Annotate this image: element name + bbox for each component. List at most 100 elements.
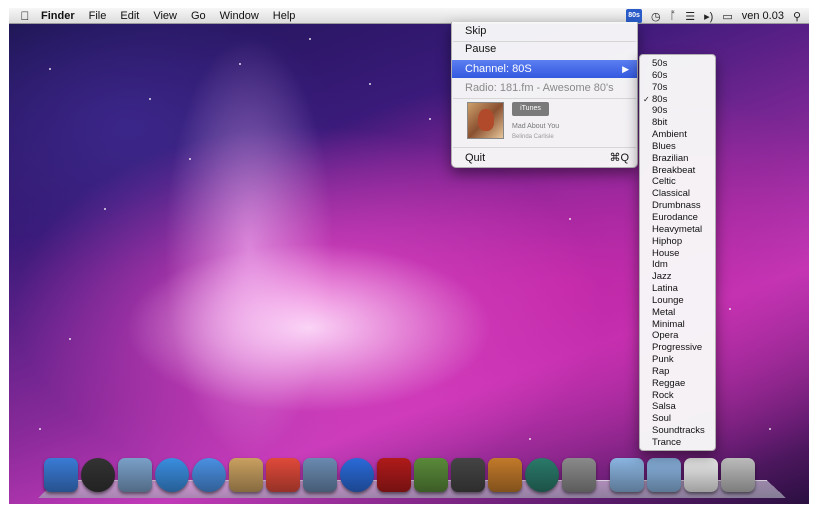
dock-separator [599,458,607,498]
submenu-arrow-icon: ▶ [622,64,629,74]
checkmark-icon: ✓ [643,94,650,104]
battery-icon[interactable]: ▭ [722,10,732,23]
channel-menu-item[interactable]: Channel: 80S ▶ [452,60,637,78]
time-machine-status-icon[interactable]: ◷ [651,10,661,23]
system-preferences-icon[interactable] [562,458,596,492]
skip-menu-item[interactable]: Skip [452,22,637,40]
menu-help[interactable]: Help [267,10,304,22]
channel-item[interactable]: Classical [640,188,715,200]
channel-item[interactable]: Soul [640,413,715,425]
menu-window[interactable]: Window [214,10,267,22]
channel-item[interactable]: Ambient [640,129,715,141]
channel-item-label: Rock [652,389,674,401]
channel-item-label: Breakbeat [652,164,696,176]
time-machine-icon[interactable] [525,458,559,492]
channel-item-label: Ambient [652,129,687,141]
wifi-icon[interactable]: ☰ [685,10,695,23]
channel-item[interactable]: ✓ 80s [640,94,715,106]
preview-icon[interactable] [303,458,337,492]
menu-view[interactable]: View [147,10,185,22]
pdf-document-icon[interactable] [684,458,718,492]
spotlight-search-icon[interactable]: ⚲ [793,10,801,23]
quit-shortcut: ⌘Q [609,152,629,164]
pause-menu-item[interactable]: Pause [452,40,637,58]
channel-item[interactable]: Heavymetal [640,224,715,236]
radio-dropdown-menu: Skip Pause Channel: 80S ▶ Radio: 181.fm … [451,22,638,168]
dock [44,458,755,498]
menu-go[interactable]: Go [185,10,214,22]
song-artist: Belinda Carlisle [512,134,554,140]
channel-item[interactable]: Breakbeat [640,165,715,177]
song-title: Mad About You [512,123,560,130]
channel-item[interactable]: Brazilian [640,153,715,165]
channel-item[interactable]: Opera [640,330,715,342]
station-info: Radio: 181.fm - Awesome 80's [465,82,614,94]
channel-item[interactable]: Hiphop [640,236,715,248]
safari-icon[interactable] [155,458,189,492]
channel-item[interactable]: Rap [640,366,715,378]
channel-item[interactable]: Lounge [640,295,715,307]
finder-icon[interactable] [44,458,78,492]
mail-icon[interactable] [118,458,152,492]
channel-submenu: 50s 60s 70s ✓ 80s 90s 8bit Ambient Blues Brazilia… [639,54,716,451]
channel-item[interactable]: Idm [640,259,715,271]
channel-item[interactable]: 8bit [640,117,715,129]
channel-item[interactable]: House [640,248,715,260]
channel-item[interactable]: Trance [640,437,715,449]
ichat-icon[interactable] [192,458,226,492]
channel-item-label: Lounge [652,294,684,306]
channel-item[interactable]: 50s [640,58,715,70]
channel-item-label: Metal [652,306,676,318]
garageband-icon[interactable] [488,458,522,492]
channel-item-label: Progressive [652,342,703,354]
menu-separator [453,98,636,99]
channel-item[interactable]: Eurodance [640,212,715,224]
channel-item-label: 50s [652,58,668,69]
menu-extras: 80s ◷ ᚩ ☰ ▸) ▭ ven 0.03 ⚲ [626,8,801,24]
volume-icon[interactable]: ▸) [704,10,713,23]
channel-item-label: 80s [652,93,668,105]
channel-item[interactable]: Progressive [640,342,715,354]
channel-item[interactable]: Metal [640,307,715,319]
channel-item[interactable]: 90s [640,105,715,117]
itunes-button[interactable]: iTunes [512,102,549,116]
menu-clock[interactable]: ven 0.03 [742,10,784,22]
channel-item-label: Blues [652,140,676,152]
channel-item-label: 90s [652,105,668,117]
applications-folder-icon[interactable] [610,458,644,492]
address-book-icon[interactable] [229,458,263,492]
channel-item[interactable]: Drumbnass [640,200,715,212]
channel-item[interactable]: Minimal [640,319,715,331]
channel-item[interactable]: Latina [640,283,715,295]
dashboard-icon[interactable] [81,458,115,492]
channel-item[interactable]: Salsa [640,401,715,413]
channel-item[interactable]: Reggae [640,378,715,390]
bluetooth-icon[interactable]: ᚩ [670,10,677,22]
apple-icon[interactable]:  [15,9,35,23]
channel-item[interactable]: Soundtracks [640,425,715,437]
channel-item[interactable]: Rock [640,390,715,402]
iphoto-icon[interactable] [414,458,448,492]
channel-item[interactable]: Punk [640,354,715,366]
channel-item[interactable]: Jazz [640,271,715,283]
channel-item-label: Classical [652,188,691,200]
channel-item-label: Soundtracks [652,425,705,437]
channel-item-label: Soul [652,413,672,425]
documents-folder-icon[interactable] [647,458,681,492]
menu-edit[interactable]: Edit [114,10,147,22]
quit-menu-item[interactable]: Quit ⌘Q [452,149,637,167]
channel-item[interactable]: Celtic [640,176,715,188]
channel-item[interactable]: 60s [640,70,715,82]
trash-icon[interactable] [721,458,755,492]
itunes-icon[interactable] [340,458,374,492]
menu-file[interactable]: File [83,10,115,22]
channel-item-label: 8bit [652,117,668,129]
photo-booth-icon[interactable] [377,458,411,492]
ical-icon[interactable] [266,458,300,492]
channel-item[interactable]: 70s [640,82,715,94]
menu-app-name[interactable]: Finder [35,10,83,22]
channel-item[interactable]: Blues [640,141,715,153]
imovie-icon[interactable] [451,458,485,492]
radio-status-icon[interactable]: 80s [626,9,643,23]
channel-item-label: Reggae [652,377,686,389]
